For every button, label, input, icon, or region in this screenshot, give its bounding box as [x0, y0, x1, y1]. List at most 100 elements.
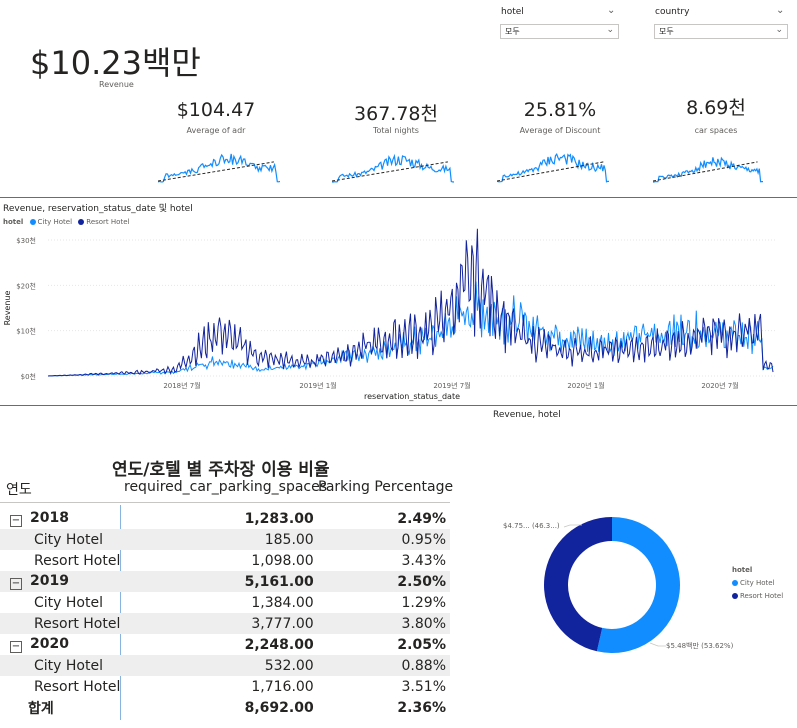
collapse-icon[interactable]: − — [10, 641, 22, 653]
row-parking-percentage: 2.05% — [397, 636, 446, 653]
row-parking-spaces: 3,777.00 — [124, 613, 318, 634]
section-divider-mid — [0, 405, 797, 406]
kpi-adr-value: $104.47 — [176, 99, 256, 121]
donut-label-resort: $4.75... (46.3...) — [503, 522, 560, 530]
hotel-slicer-label: hotel — [501, 7, 524, 17]
legend-city-dot — [29, 219, 36, 225]
collapse-icon[interactable]: − — [10, 515, 22, 527]
matrix-header-parking-spaces[interactable]: required_car_parking_spaces — [124, 479, 327, 495]
hotel-slicer-value: 모두 — [505, 27, 520, 36]
row-label: 2019 — [30, 573, 69, 589]
matrix-row-year: −2020 2,248.00 2.05% — [0, 634, 450, 655]
x-tick-label: 2019년 7월 — [433, 381, 470, 390]
y-tick-label: $20천 — [16, 281, 36, 290]
row-parking-spaces: 1,384.00 — [251, 594, 314, 611]
row-parking-percentage: 2.50% — [317, 571, 450, 592]
revenue-kpi-label: Revenue — [99, 80, 134, 89]
matrix-header-underline — [0, 502, 450, 503]
country-slicer-label: country — [655, 7, 690, 17]
row-parking-spaces: 532.00 — [124, 655, 318, 676]
row-parking-percentage: 3.51% — [401, 678, 446, 695]
donut-legend-city-dot — [732, 580, 738, 586]
section-divider-top — [0, 197, 797, 198]
row-parking-spaces: 2,248.00 — [244, 636, 314, 653]
matrix-row-hotel: Resort Hotel 1,716.00 3.51% — [0, 676, 450, 697]
sparkline-adr — [158, 153, 280, 183]
sparkline-series — [158, 153, 280, 183]
matrix-row-hotel: City Hotel 532.00 0.88% — [0, 655, 450, 676]
trend-line — [332, 161, 448, 182]
x-tick-label: 2020년 1월 — [567, 381, 604, 390]
legend-resort-dot — [78, 219, 85, 225]
kpi-discount-value: 25.81% — [523, 99, 597, 121]
row-label: Resort Hotel — [34, 552, 121, 569]
sparkline-series — [332, 153, 454, 183]
row-parking-percentage: 0.88% — [317, 655, 450, 676]
x-tick-label: 2019년 1월 — [299, 381, 336, 390]
donut-legend-title: hotel — [732, 566, 753, 574]
kpi-car-spaces-value: 8.69천 — [686, 97, 746, 119]
line-chart-title: Revenue, reservation_status_date 및 hotel — [3, 204, 193, 214]
sparkline-discount — [497, 153, 609, 183]
y-axis-label: Revenue — [3, 291, 12, 326]
row-label: City Hotel — [34, 594, 103, 611]
y-tick-label: $30천 — [16, 236, 36, 245]
kpi-car-spaces-label: car spaces — [694, 126, 738, 135]
row-parking-spaces: 185.00 — [124, 529, 318, 550]
matrix-row-hotel: Resort Hotel 3,777.00 3.80% — [0, 613, 450, 634]
chevron-down-icon: ⌄ — [606, 25, 614, 35]
row-label: Resort Hotel — [34, 678, 121, 695]
legend-city-label: City Hotel — [37, 218, 73, 226]
donut-legend: hotel City Hotel Resort Hotel — [732, 564, 783, 603]
row-label: 합계 — [28, 700, 54, 717]
sparkline-car-spaces — [653, 156, 763, 183]
parking-matrix: −2018 1,283.00 2.49% City Hotel 185.00 0… — [0, 508, 450, 718]
country-slicer-chevron-icon[interactable]: ⌄ — [776, 5, 784, 16]
matrix-header-year[interactable]: 연도 — [6, 479, 32, 499]
chevron-down-icon: ⌄ — [775, 25, 783, 35]
country-slicer-value: 모두 — [659, 27, 674, 36]
row-label: Resort Hotel — [0, 613, 125, 634]
legend-title: hotel — [3, 218, 24, 226]
donut-legend-city-label: City Hotel — [740, 579, 775, 587]
series-line-city — [47, 281, 774, 377]
matrix-row-total: 합계 8,692.00 2.36% — [0, 697, 450, 718]
row-label: City Hotel — [0, 529, 125, 550]
line-chart-legend: hotel City Hotel Resort Hotel — [3, 218, 129, 226]
row-parking-spaces: 1,283.00 — [244, 510, 314, 527]
matrix-header-parking-percentage[interactable]: Parking Percentage — [318, 479, 453, 495]
row-label: City Hotel — [0, 655, 125, 676]
donut-label-city: $5.48백만 (53.62%) — [666, 642, 734, 650]
x-axis-label: reservation_status_date — [364, 392, 460, 401]
row-parking-percentage: 2.49% — [397, 510, 446, 527]
row-parking-spaces: 1,098.00 — [251, 552, 314, 569]
donut-legend-resort-dot — [732, 593, 738, 599]
hotel-slicer-dropdown[interactable]: 모두 ⌄ — [500, 24, 619, 39]
kpi-nights-label: Total nights — [373, 126, 419, 135]
collapse-icon[interactable]: − — [10, 578, 22, 590]
row-parking-percentage: 3.43% — [401, 552, 446, 569]
series-line-resort — [47, 228, 774, 377]
trend-line — [497, 161, 604, 182]
y-tick-label: $0천 — [21, 372, 36, 381]
row-parking-spaces: 1,716.00 — [251, 678, 314, 695]
matrix-row-hotel: City Hotel 185.00 0.95% — [0, 529, 450, 550]
row-parking-spaces: 8,692.00 — [244, 699, 314, 716]
matrix-title: 연도/호텔 별 주차장 이용 비율 — [112, 460, 330, 480]
row-label: 2018 — [30, 510, 69, 526]
donut-legend-resort-label: Resort Hotel — [740, 592, 784, 600]
row-parking-percentage: 0.95% — [317, 529, 450, 550]
matrix-row-hotel: City Hotel 1,384.00 1.29% — [0, 592, 450, 613]
row-parking-percentage: 1.29% — [401, 594, 446, 611]
row-parking-percentage: 3.80% — [317, 613, 450, 634]
donut-chart-title: Revenue, hotel — [493, 410, 561, 420]
row-label: 2020 — [30, 636, 69, 652]
matrix-row-year: −2019 5,161.00 2.50% — [0, 571, 450, 592]
revenue-kpi-value: $10.23백만 — [30, 44, 201, 82]
revenue-line-chart: $30천 $20천 $10천 $0천 Revenue 2018년 7월 2019년 1월 20… — [3, 228, 775, 401]
sparkline-nights — [332, 153, 454, 183]
hotel-slicer-chevron-icon[interactable]: ⌄ — [607, 5, 615, 16]
matrix-row-hotel: Resort Hotel 1,098.00 3.43% — [0, 550, 450, 571]
country-slicer-dropdown[interactable]: 모두 ⌄ — [654, 24, 788, 39]
legend-resort-label: Resort Hotel — [86, 218, 130, 226]
